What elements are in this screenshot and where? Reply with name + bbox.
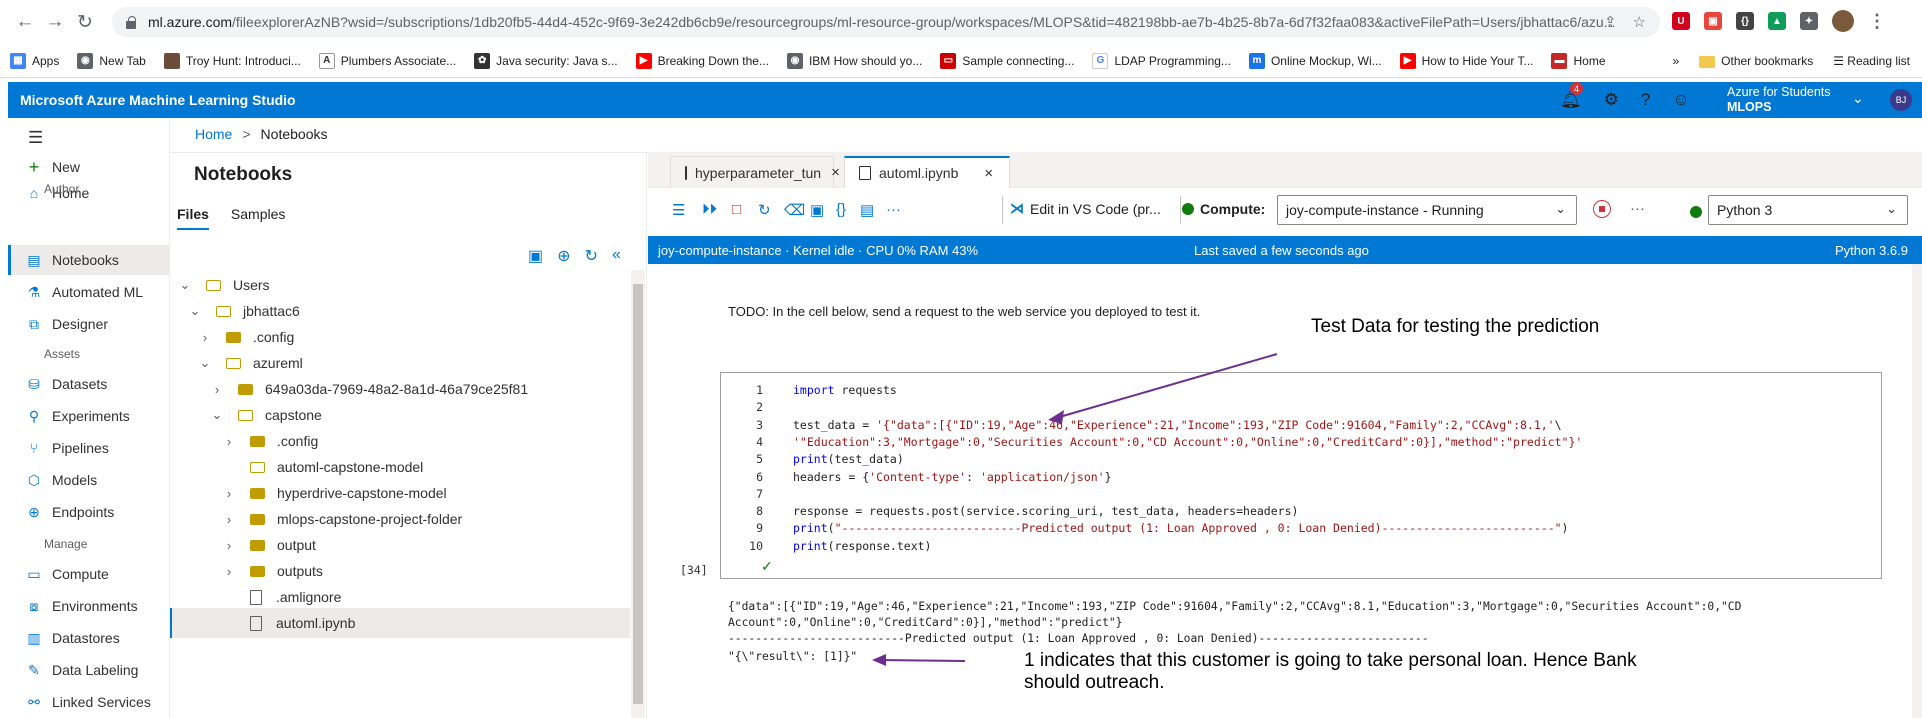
arrowhead [872,654,886,666]
annotation-arrows [872,353,1278,666]
arrowhead [1048,410,1064,424]
arrow-to-result [881,659,966,662]
arrow-to-test-data [1055,353,1278,419]
